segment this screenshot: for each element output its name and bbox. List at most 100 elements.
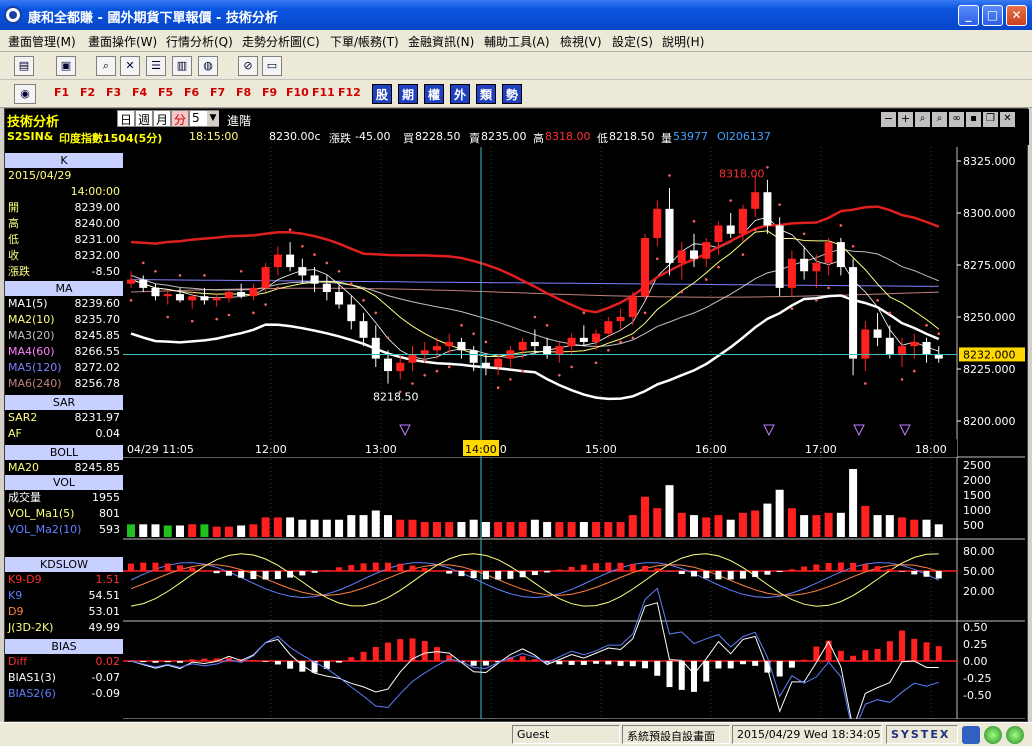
maximize-button[interactable]: □ (982, 5, 1003, 26)
volume-bar (898, 517, 907, 537)
f5-key[interactable]: F5 (158, 86, 173, 99)
advanced-button[interactable]: 進階 (227, 112, 251, 129)
vol-axis-label: 2000 (963, 474, 991, 487)
candle-body (579, 337, 588, 342)
kd-diff-bar (470, 571, 477, 579)
sar-dot (374, 311, 378, 315)
price-chart-area[interactable]: 04/29 11:05 12:00 13:00 14:00 15:00 16:00 17:0… (123, 147, 1025, 719)
sar-dot (851, 244, 855, 248)
tile-vertical-icon[interactable]: ▥ (172, 56, 192, 76)
period-week[interactable]: 週 (135, 110, 153, 127)
tile-horizontal-icon[interactable]: ☰ (146, 56, 166, 76)
link-chart-icon[interactable]: ∞ (949, 112, 964, 127)
app-icon[interactable] (4, 6, 22, 24)
systex-logo: SYSTEX (886, 725, 958, 744)
menu-view[interactable]: 檢視(V) (560, 33, 602, 50)
minimize-button[interactable]: _ (958, 5, 979, 26)
menu-screen-manage[interactable]: 畫面管理(M) (8, 33, 76, 50)
bias-diff-bar (654, 661, 661, 676)
kd-diff-bar (752, 571, 759, 577)
zoom-in-icon[interactable]: + (898, 112, 913, 127)
f6-key[interactable]: F6 (184, 86, 199, 99)
menu-tools[interactable]: 輔助工具(A) (484, 33, 550, 50)
quote-logo-icon[interactable]: ◉ (14, 84, 36, 104)
kd-diff-bar (703, 571, 710, 579)
sar-dot (704, 278, 708, 281)
menu-settings[interactable]: 設定(S) (612, 33, 653, 50)
f4-key[interactable]: F4 (132, 86, 147, 99)
sar-dot (827, 286, 830, 290)
search-in-icon[interactable]: ⌕ (932, 112, 947, 127)
candle-body (445, 341, 454, 347)
window-icon[interactable]: ▭ (262, 56, 282, 76)
kd-diff-bar (556, 569, 563, 571)
volume-bar (616, 522, 625, 537)
ma6-value: 8256.78 (74, 377, 121, 390)
futures-key[interactable]: 期 (398, 84, 418, 104)
sar-dot (558, 373, 561, 377)
k-date: 2015/04/29 (8, 169, 72, 182)
menu-order-account[interactable]: 下單/帳務(T) (330, 33, 399, 50)
close-chart-icon[interactable]: ✕ (1000, 112, 1015, 127)
f10-key[interactable]: F10 (286, 86, 309, 99)
f9-key[interactable]: F9 (262, 86, 277, 99)
bias-diff-bar (690, 661, 697, 692)
ma4-value: 8266.55 (74, 345, 121, 358)
search-out-icon[interactable]: ⌕ (915, 112, 930, 127)
close-button[interactable]: ✕ (1006, 5, 1027, 26)
save-icon[interactable]: ▪ (966, 112, 981, 127)
f2-key[interactable]: F2 (80, 86, 95, 99)
bias-diff-bar (568, 661, 575, 665)
sar-dot (154, 269, 157, 273)
restore-chart-icon[interactable]: ❐ (983, 112, 998, 127)
options-key[interactable]: 權 (424, 84, 444, 104)
sar-dot (178, 274, 182, 277)
f8-key[interactable]: F8 (236, 86, 251, 99)
bias-axis-label: -0.25 (963, 672, 991, 685)
f1-key[interactable]: F1 (54, 86, 69, 99)
close-window-icon[interactable]: ✕ (120, 56, 140, 76)
j-value: 49.99 (88, 621, 121, 634)
menu-quote-analysis[interactable]: 行情分析(Q) (166, 33, 233, 50)
period-minute[interactable]: 分 (171, 110, 189, 127)
zoom-out-icon[interactable]: − (881, 112, 896, 127)
menu-trend-chart[interactable]: 走勢分析圖(C) (242, 33, 320, 50)
candle-body (261, 267, 270, 288)
layout-icon[interactable]: ▤ (14, 56, 34, 76)
technical-analysis-window: 技術分析 日 週 月 分 5 ▼ 進階 − + ⌕ ⌕ ∞ ▪ ❐ ✕ S2SI… (4, 108, 1029, 722)
volume-bar (714, 515, 723, 537)
foreign-key[interactable]: 外 (450, 84, 470, 104)
globe-icon[interactable]: ◍ (198, 56, 218, 76)
kd-diff-bar (837, 562, 844, 571)
bias-diff-bar (519, 656, 526, 662)
kd-diff-bar (923, 571, 930, 577)
search-icon[interactable]: ⌕ (96, 56, 116, 76)
trend-key[interactable]: 勢 (502, 84, 522, 104)
vol-axis-label: 1000 (963, 504, 991, 517)
period-month[interactable]: 月 (153, 110, 171, 127)
menu-finance-info[interactable]: 金融資訊(N) (408, 33, 474, 50)
bias-diff-bar (531, 659, 538, 662)
kd-diff-bar (911, 571, 918, 575)
volume-bar (689, 515, 698, 537)
sar-dot (864, 382, 867, 385)
bias-diff-bar (850, 655, 857, 662)
link-icon[interactable]: ⊘ (238, 56, 258, 76)
interval-dropdown-icon[interactable]: ▼ (207, 111, 219, 126)
period-day[interactable]: 日 (117, 110, 135, 127)
f7-key[interactable]: F7 (210, 86, 225, 99)
sector-key[interactable]: 類 (476, 84, 496, 104)
candle-body (689, 250, 698, 259)
f12-key[interactable]: F12 (338, 86, 361, 99)
monitor-icon[interactable]: ▣ (56, 56, 76, 76)
f11-key[interactable]: F11 (312, 86, 335, 99)
sar-dot (264, 303, 267, 306)
f3-key[interactable]: F3 (106, 86, 121, 99)
sar-dot (239, 269, 243, 273)
volume-bar (469, 519, 478, 537)
sar-dot (594, 361, 598, 365)
stock-key[interactable]: 股 (372, 84, 392, 104)
change-label: 漲跌 (329, 132, 351, 145)
menu-help[interactable]: 說明(H) (662, 33, 704, 50)
menu-screen-ops[interactable]: 畫面操作(W) (88, 33, 157, 50)
